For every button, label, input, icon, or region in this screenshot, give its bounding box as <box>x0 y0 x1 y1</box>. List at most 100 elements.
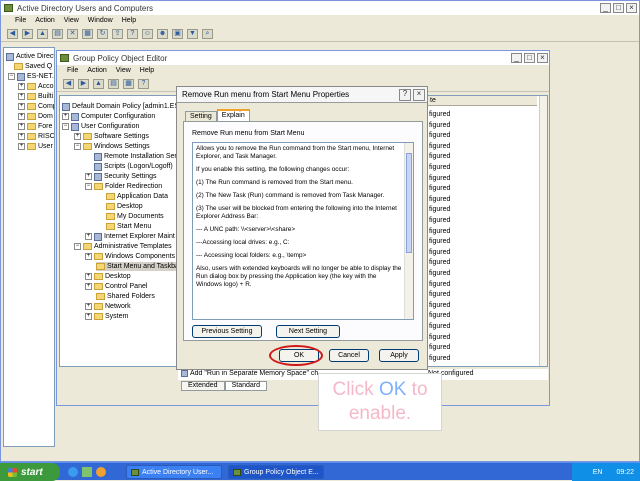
gp-tree-item[interactable]: − User Configuration <box>62 122 139 131</box>
quick-launch-ie-icon[interactable] <box>68 467 78 477</box>
gp-titlebar[interactable]: Group Policy Object Editor _ □ × <box>57 51 549 65</box>
expand-icon[interactable]: + <box>62 113 69 120</box>
export-icon[interactable]: ⇪ <box>112 28 123 39</box>
menu-help[interactable]: Help <box>122 17 136 24</box>
gp-tree-item[interactable]: + Computer Configuration <box>62 112 155 121</box>
vertical-scrollbar[interactable] <box>539 96 547 366</box>
menu-help[interactable]: Help <box>140 67 154 74</box>
tab-extended[interactable]: Extended <box>181 381 225 391</box>
menu-action[interactable]: Action <box>35 17 54 24</box>
back-icon[interactable]: ◀ <box>7 28 18 39</box>
close-button[interactable]: × <box>626 3 637 13</box>
gp-tree-item[interactable]: + Internet Explorer Maint <box>85 232 175 241</box>
previous-setting-button[interactable]: Previous Setting <box>192 325 262 338</box>
filter-icon[interactable]: ▼ <box>187 28 198 39</box>
expand-icon[interactable]: + <box>18 143 25 150</box>
tab-standard[interactable]: Standard <box>224 381 268 391</box>
expand-icon[interactable]: + <box>85 253 92 260</box>
state-column-header[interactable]: te <box>427 96 537 106</box>
ad-tree-item[interactable]: + User <box>18 142 53 151</box>
gp-tree-item[interactable]: + Security Settings <box>85 172 157 181</box>
forward-icon[interactable]: ▶ <box>22 28 33 39</box>
scroll-thumb[interactable] <box>406 153 412 253</box>
minimize-button[interactable]: _ <box>600 3 611 13</box>
gp-tree-item[interactable]: − Folder Redirection <box>85 182 162 191</box>
gp-tree-item[interactable]: Default Domain Policy [admin1.ES-N <box>62 102 176 111</box>
gp-tree-item[interactable]: Start Menu <box>106 222 151 231</box>
ad-tree-item[interactable]: + Fore <box>18 122 52 131</box>
close-button[interactable]: × <box>537 53 548 63</box>
collapse-icon[interactable]: − <box>85 183 92 190</box>
explain-scrollbar[interactable] <box>404 143 413 319</box>
console-tree-icon[interactable]: ▤ <box>108 78 119 89</box>
expand-icon[interactable]: + <box>85 283 92 290</box>
gp-tree-item[interactable]: + Control Panel <box>85 282 147 291</box>
start-button[interactable]: start <box>0 463 60 481</box>
apply-button[interactable]: Apply <box>379 349 419 362</box>
refresh-icon[interactable]: ↻ <box>97 28 108 39</box>
collapse-icon[interactable]: − <box>74 143 81 150</box>
dialog-help-button[interactable]: ? <box>399 89 411 101</box>
tab-setting[interactable]: Setting <box>185 111 217 121</box>
taskbar-button-gp-editor[interactable]: Group Policy Object E... <box>228 465 324 479</box>
maximize-button[interactable]: □ <box>613 3 624 13</box>
gp-tree-item[interactable]: My Documents <box>106 212 164 221</box>
gp-tree-item[interactable]: Remote Installation Ser <box>94 152 176 161</box>
gp-tree-item[interactable]: Shared Folders <box>96 292 155 301</box>
maximize-button[interactable]: □ <box>524 53 535 63</box>
back-icon[interactable]: ◀ <box>63 78 74 89</box>
console-tree-icon[interactable]: ▤ <box>52 28 63 39</box>
up-icon[interactable]: ▲ <box>37 28 48 39</box>
taskbar-button-ad-users[interactable]: Active Directory User... <box>126 465 222 479</box>
ad-tree-item[interactable]: Saved Q <box>14 62 52 71</box>
gp-tree-item[interactable]: + Software Settings <box>74 132 149 141</box>
setting-row-run-separate[interactable]: Add "Run in Separate Memory Space" ch <box>181 370 318 377</box>
collapse-icon[interactable]: − <box>62 123 69 130</box>
gp-tree-item-selected[interactable]: Start Menu and Taskbar <box>96 262 176 271</box>
expand-icon[interactable]: + <box>18 133 25 140</box>
expand-icon[interactable]: + <box>85 303 92 310</box>
new-user-icon[interactable]: ☺ <box>142 28 153 39</box>
menu-file[interactable]: File <box>67 67 78 74</box>
minimize-button[interactable]: _ <box>511 53 522 63</box>
gp-tree-item[interactable]: Desktop <box>106 202 143 211</box>
ad-titlebar[interactable]: Active Directory Users and Computers _ □… <box>1 1 639 15</box>
expand-icon[interactable]: + <box>85 233 92 240</box>
delete-icon[interactable]: ✕ <box>67 28 78 39</box>
collapse-icon[interactable]: − <box>74 243 81 250</box>
next-setting-button[interactable]: Next Setting <box>276 325 340 338</box>
tab-explain[interactable]: Explain <box>216 109 250 121</box>
gp-tree-item[interactable]: + Network <box>85 302 131 311</box>
menu-file[interactable]: File <box>15 17 26 24</box>
gp-tree-item[interactable]: − Administrative Templates <box>74 242 172 251</box>
dialog-close-button[interactable]: × <box>413 89 425 101</box>
menu-window[interactable]: Window <box>88 17 113 24</box>
cancel-button[interactable]: Cancel <box>329 349 369 362</box>
expand-icon[interactable]: + <box>85 273 92 280</box>
forward-icon[interactable]: ▶ <box>78 78 89 89</box>
ad-tree-item[interactable]: − ES-NET.c <box>8 72 54 81</box>
gp-tree-item[interactable]: + Desktop <box>85 272 131 281</box>
expand-icon[interactable]: + <box>18 113 25 120</box>
collapse-icon[interactable]: − <box>8 73 15 80</box>
gp-tree-item[interactable]: + Windows Components <box>85 252 175 261</box>
gp-tree-item[interactable]: + System <box>85 312 128 321</box>
expand-icon[interactable]: + <box>18 83 25 90</box>
ad-tree-item[interactable]: + Comp <box>18 102 54 111</box>
properties-icon[interactable]: ▦ <box>82 28 93 39</box>
new-ou-icon[interactable]: ▣ <box>172 28 183 39</box>
quick-launch-media-icon[interactable] <box>96 467 106 477</box>
menu-action[interactable]: Action <box>87 67 106 74</box>
properties-icon[interactable]: ▦ <box>123 78 134 89</box>
gp-tree-item[interactable]: − Windows Settings <box>74 142 150 151</box>
expand-icon[interactable]: + <box>18 103 25 110</box>
expand-icon[interactable]: + <box>18 93 25 100</box>
gp-tree-item[interactable]: Scripts (Logon/Logoff) <box>94 162 173 171</box>
dialog-titlebar[interactable]: Remove Run menu from Start Menu Properti… <box>177 87 427 103</box>
help-icon[interactable]: ? <box>138 78 149 89</box>
menu-view[interactable]: View <box>116 67 131 74</box>
new-group-icon[interactable]: ☻ <box>157 28 168 39</box>
up-icon[interactable]: ▲ <box>93 78 104 89</box>
gp-tree-item[interactable]: Application Data <box>106 192 168 201</box>
menu-view[interactable]: View <box>64 17 79 24</box>
